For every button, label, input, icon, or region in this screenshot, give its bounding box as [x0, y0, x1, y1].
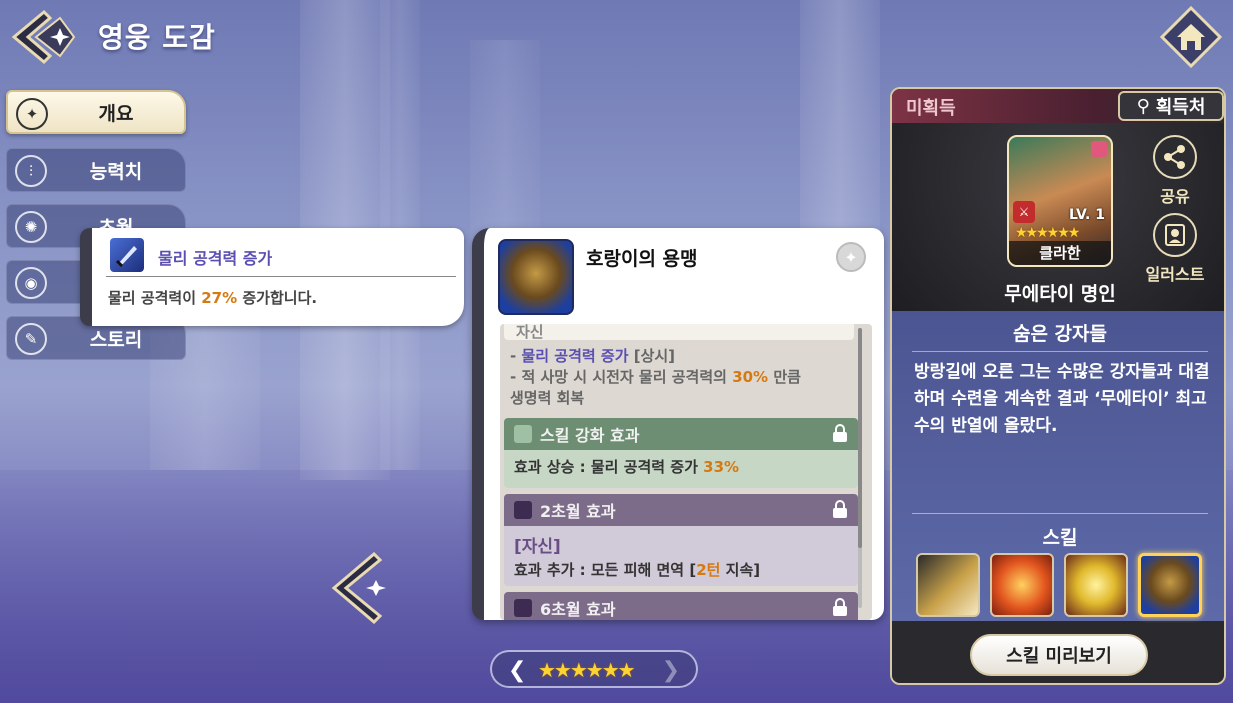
- tooltip-description: 물리 공격력이 27% 증가합니다.: [108, 289, 318, 307]
- pin-icon: [1091, 141, 1107, 157]
- tab-stats[interactable]: ⫶ 능력치: [6, 148, 186, 192]
- transcend-2-body: 효과 추가 : 모든 피해 면역 [2턴 지속]: [514, 561, 761, 579]
- hero-level: LV. 1: [1069, 207, 1105, 223]
- transcend-star-icon: [514, 599, 532, 617]
- skill-name: 호랑이의 용맹: [586, 248, 698, 270]
- tooltip-title: 물리 공격력 증가: [158, 249, 273, 268]
- hero-name: 클라한: [1009, 241, 1111, 265]
- enhance-title: 스킬 강화 효과: [540, 426, 640, 445]
- lock-icon: [833, 424, 847, 442]
- skill-2-icon[interactable]: [990, 553, 1054, 617]
- skill-4-icon[interactable]: [1138, 553, 1202, 617]
- divider: [912, 351, 1208, 352]
- page-title: 영웅 도감: [98, 21, 216, 54]
- search-icon: ⚲: [1136, 95, 1150, 117]
- enhance-body: 효과 상승 : 물리 공격력 증가 33%: [514, 458, 740, 476]
- transcend-2-target: [자신]: [514, 537, 561, 557]
- sword-icon: [110, 238, 144, 272]
- panel-footer: 스킬 미리보기: [892, 627, 1224, 683]
- tiger-skill-icon: [498, 239, 574, 315]
- illustration-button[interactable]: 일러스트: [1140, 213, 1210, 285]
- weapon-type-icon: ⚔: [1013, 201, 1035, 223]
- skill-type-badge[interactable]: ✦: [836, 242, 866, 272]
- lock-icon: [833, 598, 847, 616]
- scrollbar[interactable]: [858, 328, 862, 608]
- transcend-icon: ✺: [15, 211, 47, 243]
- skill-preview-button[interactable]: 스킬 미리보기: [970, 634, 1148, 676]
- acquire-status: 미획득: [906, 98, 956, 119]
- transcend-2-box: 2초월 효과 [자신] 효과 추가 : 모든 피해 면역 [2턴 지속]: [504, 494, 858, 586]
- acquire-source-label: 획득처: [1155, 97, 1206, 118]
- divider: [106, 276, 456, 277]
- skill-list: [916, 553, 1216, 619]
- lock-icon: [833, 500, 847, 518]
- chevron-right-icon[interactable]: ❯: [662, 658, 680, 683]
- star-grade-pager: ❮ ★★★★★★ ❯: [490, 650, 698, 688]
- previous-hero-button[interactable]: [330, 552, 390, 624]
- hero-info-panel: 미획득 ⚲ 획득처 ⚔ LV. 1 ★★★★★★ 클라한 공유 일러스트 무에타…: [890, 87, 1226, 685]
- quill-icon: ✎: [15, 323, 47, 355]
- divider: [912, 513, 1208, 514]
- share-button[interactable]: 공유: [1140, 135, 1210, 207]
- enhance-icon: [514, 425, 532, 443]
- back-button[interactable]: [10, 8, 78, 66]
- tab-label: 스토리: [89, 328, 143, 351]
- share-label: 공유: [1160, 187, 1190, 206]
- section-target: 자신: [504, 324, 854, 341]
- sparkle-icon: ✦: [16, 98, 48, 130]
- transcend-star-icon: [514, 501, 532, 519]
- hero-portrait-card[interactable]: ⚔ LV. 1 ★★★★★★ 클라한: [1007, 135, 1113, 267]
- skill-effects: - 물리 공격력 증가 [상시] - 적 사망 시 시전자 물리 공격력의 30…: [510, 347, 801, 407]
- skill-enhance-box: 스킬 강화 효과 효과 상승 : 물리 공격력 증가 33%: [504, 418, 858, 488]
- stats-icon: ⫶: [15, 155, 47, 187]
- hero-stars: ★★★★★★: [1015, 225, 1080, 241]
- home-button[interactable]: [1160, 6, 1222, 68]
- tab-label: 개요: [98, 102, 134, 125]
- profile-icon: ◉: [15, 267, 47, 299]
- hero-title: 무에타이 명인: [1004, 283, 1116, 305]
- chevron-left-icon[interactable]: ❮: [508, 658, 526, 683]
- hero-description-section: 숨은 강자들 방랑길에 오른 그는 수많은 강자들과 대결하며 수련을 계속한 …: [892, 311, 1224, 621]
- share-icon: [1153, 135, 1197, 179]
- transcend-6-title: 6초월 효과: [540, 600, 616, 619]
- tab-overview[interactable]: ✦ 개요: [6, 90, 186, 134]
- description-heading: 숨은 강자들: [1012, 323, 1107, 345]
- grade-stars: ★★★★★★: [538, 658, 636, 682]
- tab-label: 능력치: [89, 160, 143, 183]
- skill-3-icon[interactable]: [1064, 553, 1128, 617]
- skill-detail-card: 호랑이의 용맹 ✦ 자신 - 물리 공격력 증가 [상시] - 적 사망 시 시…: [472, 228, 884, 620]
- buff-tooltip: 물리 공격력 증가 물리 공격력이 27% 증가합니다.: [80, 228, 464, 326]
- transcend-6-box: 6초월 효과: [504, 592, 858, 620]
- transcend-2-title: 2초월 효과: [540, 502, 616, 521]
- skill-description-scroll[interactable]: 자신 - 물리 공격력 증가 [상시] - 적 사망 시 시전자 물리 공격력의…: [500, 324, 872, 620]
- acquire-source-button[interactable]: ⚲ 획득처: [1118, 91, 1224, 121]
- skills-heading: 스킬: [1042, 527, 1078, 549]
- hero-description: 방랑길에 오른 그는 수많은 강자들과 대결하며 수련을 계속한 결과 ‘무에타…: [914, 362, 1210, 436]
- skill-1-icon[interactable]: [916, 553, 980, 617]
- illustration-icon: [1153, 213, 1197, 257]
